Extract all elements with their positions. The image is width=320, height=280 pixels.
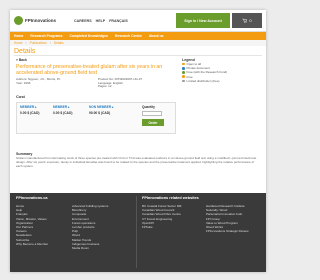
footer-col-4: Hardwood Research Institute Naturally: W… — [206, 204, 249, 233]
top-link-help[interactable]: HELP — [96, 19, 106, 23]
top-link-careers[interactable]: CAREERS — [74, 19, 92, 23]
logo-text: FPInnovations — [25, 18, 57, 23]
logo-mark-icon — [14, 16, 23, 25]
legend-label: Limited distribution (free) — [186, 78, 220, 83]
breadcrumb-publications[interactable]: Publications — [30, 41, 47, 45]
footer-right-title: FPInnovations related websites — [142, 196, 199, 200]
publication-details: « Back Performance of preservative-treat… — [16, 58, 176, 134]
cart-icon — [242, 18, 248, 24]
quantity-input[interactable] — [142, 111, 162, 116]
logo[interactable]: FPInnovations — [14, 16, 56, 25]
summary-section: Summary Glulam manufactured from laminat… — [16, 152, 260, 168]
order-button[interactable]: Order — [142, 119, 164, 126]
private-dot-icon — [182, 67, 185, 70]
footer-left-title: FPInnovations.ca — [16, 196, 48, 200]
meta-pages: Pages: 12 — [98, 84, 112, 89]
quantity-label: Quantity — [142, 105, 155, 109]
top-links: CAREERS HELP FRANÇAIS — [74, 19, 128, 23]
nav-item-completed-knowledges[interactable]: Completed Knowledges — [69, 34, 107, 38]
legend-item: Limited distribution (free) — [182, 79, 260, 83]
limited-dot-icon — [182, 79, 185, 83]
publication-meta: Authors: Ngyuen, J.K., Morris, P.I. Year… — [16, 77, 176, 92]
free-fund-dot-icon — [182, 71, 185, 74]
cart-count: 0 — [249, 18, 252, 23]
footer-link[interactable]: Partenariat Innovation forêt — [206, 212, 249, 216]
price-head-member: MEMBER ▸ — [20, 105, 37, 109]
footer-link[interactable]: FPSuite — [142, 225, 181, 229]
footer-link[interactable]: Why Become a Member — [16, 242, 48, 246]
free-dot-icon — [182, 75, 185, 78]
footer-link[interactable]: Media Room — [72, 246, 108, 250]
nav-item-home[interactable]: Home — [14, 34, 23, 38]
page-title: Details — [14, 46, 262, 56]
top-bar: FPInnovations CAREERS HELP FRANÇAIS Sign… — [10, 10, 266, 32]
footer-col-3: BC Coastal Forest Sector Mill Canadian W… — [142, 204, 181, 229]
footer-link[interactable]: Canadian Wood Fibre Centre — [142, 212, 181, 216]
footer-link[interactable]: FPInnovations Strategic Review — [206, 229, 249, 233]
nav-item-research-programs[interactable]: Research Programs — [30, 34, 62, 38]
nav-item-research-centre[interactable]: Research Centre — [115, 34, 142, 38]
back-link[interactable]: « Back — [16, 58, 176, 62]
breadcrumb-home[interactable]: Home — [14, 41, 23, 45]
price-value-member-2: 0.00 $ (CAD) — [53, 111, 73, 115]
publication-title: Performance of preservative-treated glul… — [16, 64, 163, 76]
legend-panel: Legend Open to all Private document Free… — [182, 58, 260, 83]
price-value-member: 0.00 $ (CAD) — [20, 111, 40, 115]
top-link-francais[interactable]: FRANÇAIS — [109, 19, 128, 23]
nav-item-about-us[interactable]: About us — [149, 34, 164, 38]
cart-button[interactable]: 0 — [232, 13, 262, 28]
footer: FPInnovations.ca FPInnovations related w… — [10, 193, 266, 272]
price-head-member-2: MEMBER ▸ — [53, 105, 70, 109]
price-value-non-member: 90.00 $ (CAD) — [89, 111, 111, 115]
summary-text: Glulam manufactured from laminating stoc… — [16, 156, 257, 168]
breadcrumb-details: Details — [53, 41, 64, 45]
open-dot-icon — [182, 62, 185, 66]
main-nav: Home Research Programs Completed Knowled… — [10, 32, 266, 40]
breadcrumb-separator: › — [25, 41, 27, 45]
footer-col-1: Home Help Français Vision, Mission, Valu… — [16, 204, 48, 246]
cost-label: Cost — [16, 94, 25, 99]
footer-col-2: Advanced building systems Biorefinery Co… — [72, 204, 108, 250]
breadcrumb-separator: › — [49, 41, 51, 45]
footer-divider — [136, 196, 137, 268]
signin-button[interactable]: Sign in / New Account — [176, 13, 230, 28]
main-content: « Back Performance of preservative-treat… — [10, 56, 266, 186]
price-box: MEMBER ▸ 0.00 $ (CAD) MEMBER ▸ 0.00 $ (C… — [16, 102, 176, 134]
meta-year: Year: 1996 — [16, 80, 31, 85]
page-container: FPInnovations CAREERS HELP FRANÇAIS Sign… — [10, 10, 266, 272]
price-head-non-member: NON MEMBER ▸ — [89, 105, 114, 109]
